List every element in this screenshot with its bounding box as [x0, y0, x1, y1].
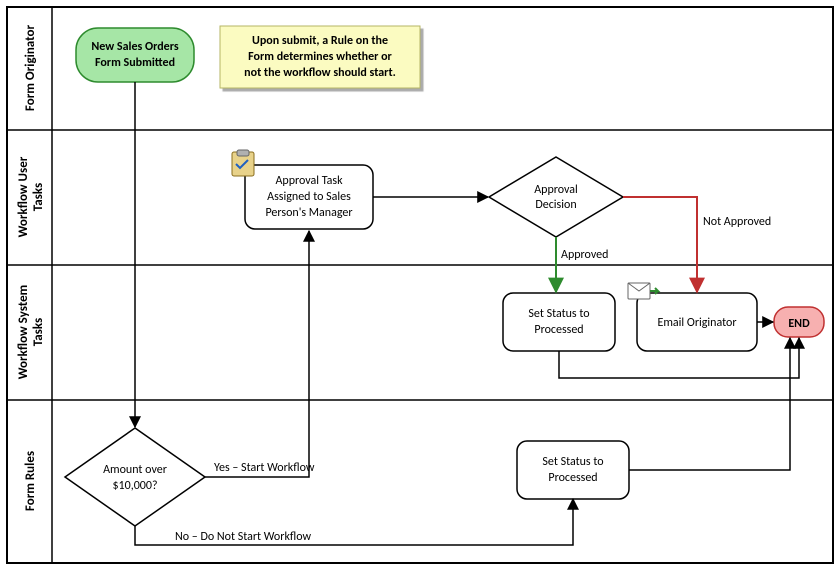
approval-task-line3: Person's Manager	[265, 206, 352, 220]
set-processed-2-line2: Processed	[548, 471, 597, 485]
end-node: END	[774, 307, 824, 337]
edge-yes-to-approval	[205, 231, 309, 477]
lane-label-1a: Workflow User	[16, 156, 31, 237]
start-node-line2: Form Submitted	[95, 56, 175, 70]
lane-label-0: Form Originator	[23, 25, 38, 112]
lane-label-2b: Tasks	[31, 318, 46, 346]
edge-not-approved	[623, 197, 697, 292]
approval-task-line1: Approval Task	[275, 174, 343, 188]
start-node: New Sales Orders Form Submitted	[76, 28, 194, 82]
edge-processed2-to-end	[629, 338, 790, 470]
clipboard-icon	[232, 150, 254, 176]
approval-decision-line1: Approval	[534, 183, 578, 197]
end-node-label: END	[788, 317, 810, 331]
lane-label-2a: Workflow System	[16, 285, 31, 379]
note-box: Upon submit, a Rule on the Form determin…	[220, 26, 420, 88]
lane-label-1b: Tasks	[31, 183, 46, 211]
email-originator-node: Email Originator	[628, 283, 757, 351]
lane-label-3: Form Rules	[23, 451, 38, 511]
email-originator-line1: Email Originator	[657, 316, 736, 330]
edge-no-label: No – Do Not Start Workflow	[175, 530, 312, 544]
set-processed-2-node: Set Status to Processed	[517, 441, 629, 499]
set-processed-1-line1: Set Status to	[528, 307, 589, 321]
amount-decision-line1: Amount over	[103, 463, 167, 477]
flowchart-canvas: Form Originator Workflow User Tasks Work…	[0, 0, 840, 570]
set-processed-1-line2: Processed	[534, 323, 583, 337]
start-node-line1: New Sales Orders	[91, 40, 178, 54]
note-line3: not the workflow should start.	[244, 66, 396, 80]
amount-decision-line2: $10,000?	[112, 479, 157, 493]
approval-decision-line2: Decision	[535, 198, 576, 212]
note-line1: Upon submit, a Rule on the	[252, 34, 388, 48]
edge-approved-label: Approved	[561, 248, 608, 262]
edge-not-approved-label: Not Approved	[703, 215, 771, 229]
approval-task-node: Approval Task Assigned to Sales Person's…	[232, 150, 373, 229]
set-processed-2-line1: Set Status to	[542, 455, 603, 469]
note-line2: Form determines whether or	[248, 50, 392, 64]
approval-decision-node: Approval Decision	[489, 157, 623, 237]
amount-decision-node: Amount over $10,000?	[65, 428, 205, 526]
edge-yes-label: Yes – Start Workflow	[214, 461, 315, 475]
approval-task-line2: Assigned to Sales	[267, 190, 351, 204]
set-processed-1-node: Set Status to Processed	[503, 293, 615, 351]
